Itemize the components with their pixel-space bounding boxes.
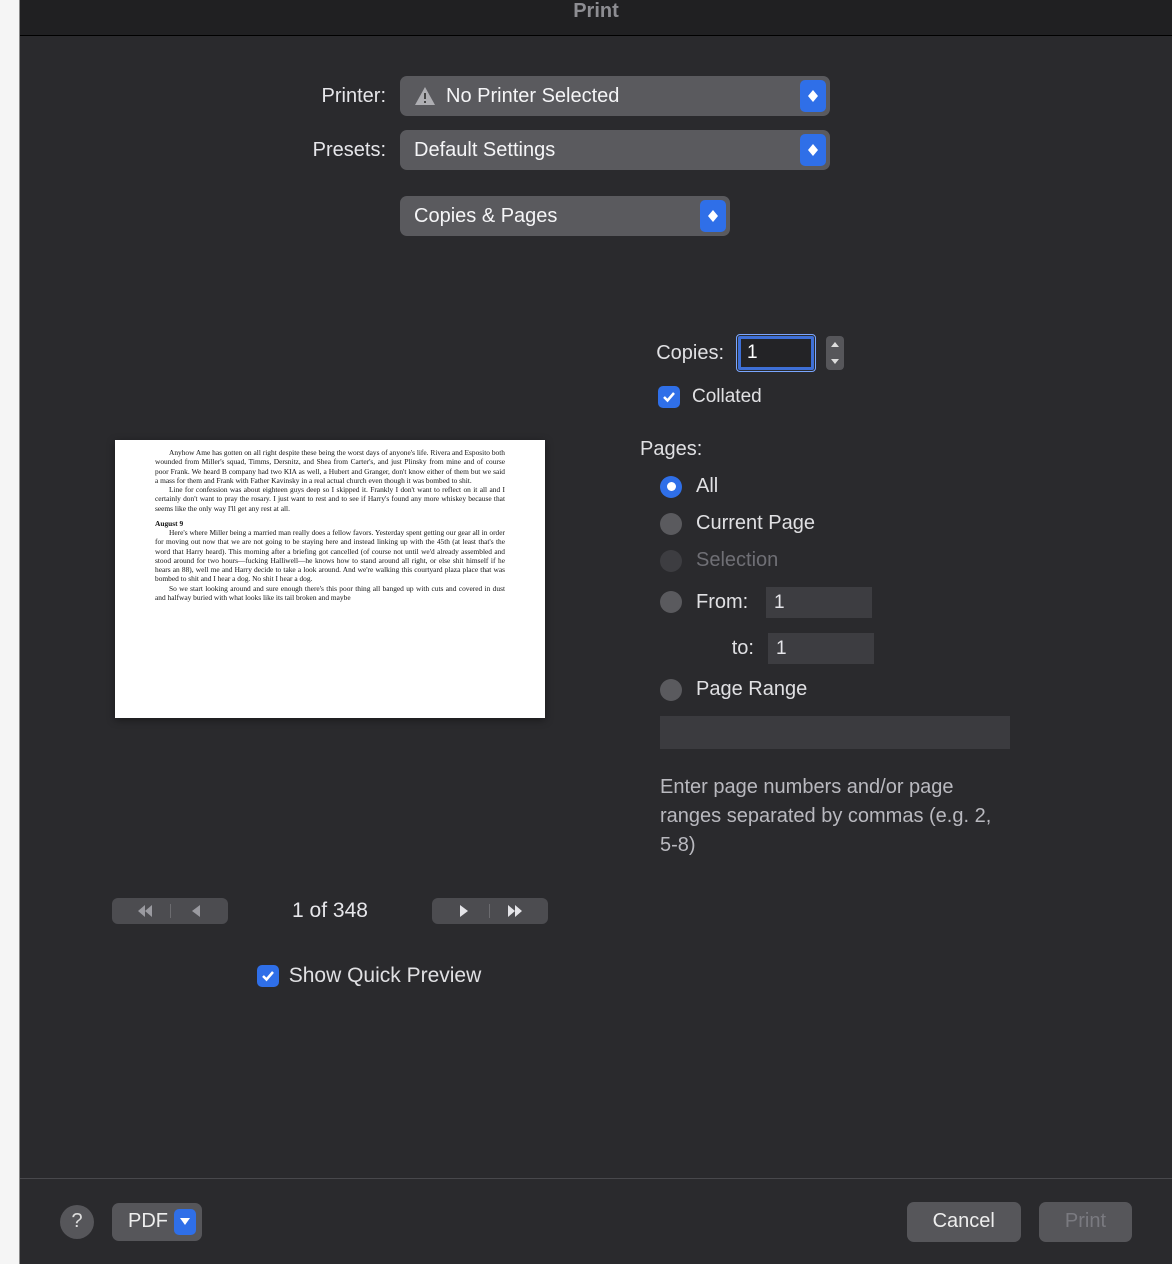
separator — [170, 904, 171, 918]
help-button[interactable]: ? — [60, 1205, 94, 1239]
presets-value: Default Settings — [414, 139, 555, 162]
next-page-button[interactable] — [432, 898, 548, 924]
print-button[interactable]: Print — [1039, 1202, 1132, 1242]
from-input[interactable] — [766, 586, 872, 618]
prev-icon — [189, 905, 203, 917]
section-select[interactable]: Copies & Pages — [400, 196, 730, 236]
pages-current-radio[interactable] — [660, 513, 682, 535]
cancel-button[interactable]: Cancel — [907, 1202, 1021, 1242]
show-quick-preview-label: Show Quick Preview — [289, 964, 482, 988]
dialog-footer: ? PDF Cancel Print — [20, 1178, 1172, 1264]
dialog-body: Printer: No Printer Selected Presets: De… — [20, 36, 1172, 1178]
to-label: to: — [696, 637, 754, 660]
cancel-label: Cancel — [933, 1210, 995, 1233]
separator — [489, 904, 490, 918]
collated-label: Collated — [692, 386, 762, 408]
from-label: From: — [696, 591, 752, 614]
updown-icon — [800, 134, 826, 166]
last-page-icon — [508, 905, 522, 917]
preview-text: August 9 — [155, 519, 505, 528]
presets-label: Presets: — [50, 139, 400, 162]
pages-range-label: Page Range — [696, 678, 807, 701]
prev-page-button[interactable] — [112, 898, 228, 924]
pages-selection-label: Selection — [696, 549, 778, 572]
pages-from-radio[interactable] — [660, 591, 682, 613]
options-column: Copies: Collated Pages: All — [610, 280, 1142, 1178]
to-input[interactable] — [768, 632, 874, 664]
pages-all-radio[interactable] — [660, 476, 682, 498]
section-value: Copies & Pages — [414, 205, 557, 228]
question-icon: ? — [71, 1210, 82, 1233]
chevron-down-icon — [831, 359, 839, 364]
pages-range-radio[interactable] — [660, 679, 682, 701]
updown-icon — [800, 80, 826, 112]
chevron-up-icon — [831, 342, 839, 347]
pages-selection-radio — [660, 550, 682, 572]
page-range-input[interactable] — [660, 715, 1010, 749]
pages-header: Pages: — [640, 438, 1142, 461]
preview-column: Anyhow Ame has gotten on all right despi… — [50, 280, 610, 1178]
preview-text: Anyhow Ame has gotten on all right despi… — [155, 448, 505, 485]
check-icon — [261, 970, 275, 982]
updown-icon — [700, 200, 726, 232]
show-quick-preview-checkbox[interactable] — [257, 965, 279, 987]
copies-input[interactable] — [738, 336, 814, 370]
copies-label: Copies: — [640, 342, 724, 365]
printer-select[interactable]: No Printer Selected — [400, 76, 830, 116]
preview-page: Anyhow Ame has gotten on all right despi… — [115, 440, 545, 718]
warning-icon — [414, 86, 436, 106]
printer-value: No Printer Selected — [446, 85, 619, 108]
page-range-hint: Enter page numbers and/or page ranges se… — [660, 773, 1000, 860]
chevron-down-icon — [174, 1209, 196, 1235]
print-label: Print — [1065, 1210, 1106, 1233]
page-indicator: 1 of 348 — [292, 899, 368, 923]
window-title-text: Print — [573, 0, 619, 22]
pages-all-label: All — [696, 475, 718, 498]
check-icon — [662, 391, 676, 403]
background-document-sliver — [0, 0, 20, 1264]
first-page-icon — [138, 905, 152, 917]
printer-label: Printer: — [50, 85, 400, 108]
preview-text: Here's where Miller being a married man … — [155, 528, 505, 584]
presets-select[interactable]: Default Settings — [400, 130, 830, 170]
pdf-dropdown-button[interactable]: PDF — [112, 1203, 202, 1241]
copies-stepper[interactable] — [826, 336, 844, 370]
print-dialog: Print Printer: No Printer Selected Pre — [20, 0, 1172, 1264]
preview-text: So we start looking around and sure enou… — [155, 584, 505, 603]
pages-current-label: Current Page — [696, 512, 815, 535]
preview-text: Line for confession was about eighteen g… — [155, 485, 505, 513]
pager: 1 of 348 — [50, 898, 610, 924]
pdf-label: PDF — [128, 1210, 168, 1233]
next-icon — [457, 905, 471, 917]
window-title: Print — [20, 0, 1172, 36]
collated-checkbox[interactable] — [658, 386, 680, 408]
